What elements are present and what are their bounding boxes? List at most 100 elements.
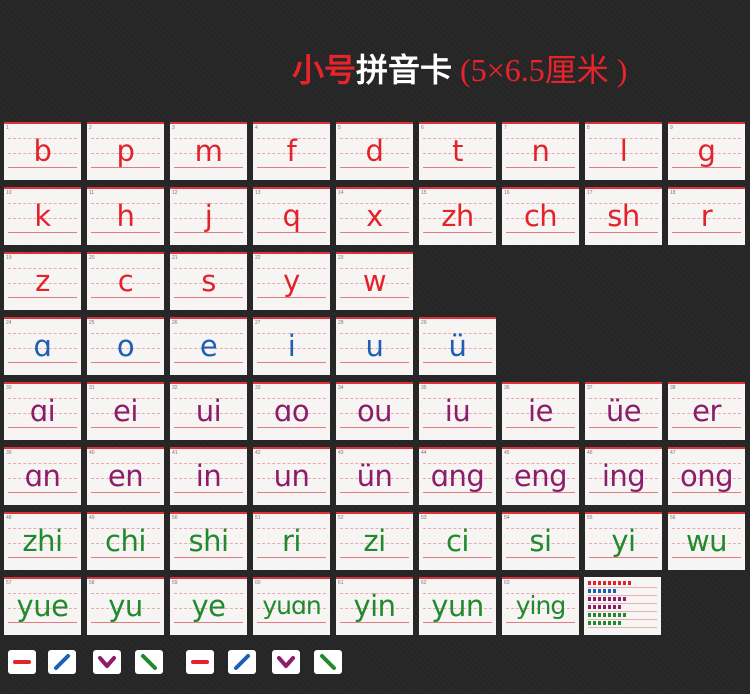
pinyin-card[interactable]: 9g [668,122,745,180]
pinyin-card[interactable]: 54 si [502,512,579,570]
pinyin-card[interactable]: 18 r [668,187,745,245]
pinyin-card[interactable]: 39 ɑn [4,447,81,505]
slash-tone-button[interactable] [228,650,256,674]
pinyin-card[interactable]: 22 y [253,252,330,310]
pinyin-card[interactable]: 45 eng [502,447,579,505]
card-syllable: yin [353,589,396,623]
pinyin-card[interactable]: 61 yin [336,577,413,635]
pinyin-card[interactable]: 27 i [253,317,330,375]
pinyin-card[interactable]: 43 ün [336,447,413,505]
card-syllable: m [194,134,223,168]
card-syllable: j [204,199,213,233]
pinyin-card[interactable]: 55 yi [585,512,662,570]
pinyin-card[interactable]: 47 ong [668,447,745,505]
slash-tone-button[interactable] [48,650,76,674]
pinyin-card[interactable]: 25 o [87,317,164,375]
pinyin-card[interactable]: 14 x [336,187,413,245]
pinyin-card[interactable]: 50 shi [170,512,247,570]
pinyin-card[interactable]: 2p [87,122,164,180]
pinyin-card[interactable]: 28 u [336,317,413,375]
pinyin-card[interactable]: 46 ing [585,447,662,505]
pinyin-card[interactable]: 42 un [253,447,330,505]
card-syllable: i [287,329,296,363]
pinyin-card[interactable]: 49 chi [87,512,164,570]
pinyin-card[interactable]: 59 ye [170,577,247,635]
minus-tone-button[interactable] [186,650,214,674]
pinyin-card[interactable]: 35 iu [419,382,496,440]
card-syllable: f [286,134,297,168]
pinyin-card[interactable]: 29 ü [419,317,496,375]
card-syllable: in [195,459,222,493]
pinyin-card[interactable]: 31 ei [87,382,164,440]
pinyin-card[interactable]: 62 yun [419,577,496,635]
pinyin-card[interactable]: 36 ie [502,382,579,440]
pinyin-card[interactable]: 17 sh [585,187,662,245]
card-syllable: wu [685,524,728,558]
pinyin-card[interactable]: 40 en [87,447,164,505]
card-syllable: ɑn [24,459,61,493]
pinyin-card[interactable]: 30 ɑi [4,382,81,440]
slash-icon [54,654,70,670]
pinyin-card[interactable]: 57 yue [4,577,81,635]
pinyin-card[interactable]: 44 ɑng [419,447,496,505]
pinyin-card[interactable]: 23 w [336,252,413,310]
pinyin-card[interactable]: 5d [336,122,413,180]
card-syllable: ü [448,329,467,363]
pinyin-card[interactable]: 32 ui [170,382,247,440]
pinyin-card[interactable]: 41 in [170,447,247,505]
card-syllable: l [619,134,628,168]
card-syllable: yun [431,589,484,623]
pinyin-card[interactable]: 60 yuɑn [253,577,330,635]
minus-tone-button[interactable] [8,650,36,674]
card-syllable: ui [195,394,222,428]
check-tone-button[interactable] [93,650,121,674]
pinyin-card[interactable]: 15 zh [419,187,496,245]
pinyin-card[interactable]: 11 h [87,187,164,245]
pinyin-card[interactable]: 53 ci [419,512,496,570]
pinyin-card[interactable]: 24 ɑ [4,317,81,375]
card-syllable: d [365,134,384,168]
card-syllable: ɑi [29,394,56,428]
backslash-icon [141,654,157,670]
card-syllable: zhi [22,524,63,558]
pinyin-card[interactable]: 16 ch [502,187,579,245]
pinyin-card[interactable]: 19 z [4,252,81,310]
card-syllable: zh [441,199,474,233]
pinyin-card[interactable]: 51 ri [253,512,330,570]
pinyin-card[interactable]: 34 ou [336,382,413,440]
check-tone-button[interactable] [272,650,300,674]
pinyin-card[interactable]: 12 j [170,187,247,245]
card-syllable: ou [356,394,393,428]
pinyin-chart-card[interactable] [584,577,661,635]
card-syllable: ei [113,394,138,428]
card-syllable: ɑng [430,459,485,493]
backslash-tone-button[interactable] [135,650,163,674]
backslash-icon [320,654,336,670]
pinyin-card[interactable]: 20 c [87,252,164,310]
pinyin-card[interactable]: 26 e [170,317,247,375]
pinyin-card[interactable]: 58 yu [87,577,164,635]
pinyin-card[interactable]: 3m [170,122,247,180]
title-dimensions: (5×6.5厘米 ) [452,52,628,88]
pinyin-card[interactable]: 4f [253,122,330,180]
pinyin-card[interactable]: 6t [419,122,496,180]
card-syllable: üe [605,394,642,428]
pinyin-card[interactable]: 38 er [668,382,745,440]
pinyin-card[interactable]: 1b [4,122,81,180]
pinyin-card[interactable]: 48 zhi [4,512,81,570]
pinyin-card[interactable]: 52 zi [336,512,413,570]
pinyin-card[interactable]: 63 ying [502,577,579,635]
pinyin-card[interactable]: 33 ɑo [253,382,330,440]
pinyin-card[interactable]: 10 k [4,187,81,245]
card-syllable: yu [108,589,143,623]
pinyin-card[interactable]: 13 q [253,187,330,245]
backslash-tone-button[interactable] [314,650,342,674]
pinyin-card[interactable]: 8l [585,122,662,180]
card-syllable: ie [528,394,553,428]
pinyin-card[interactable]: 37 üe [585,382,662,440]
pinyin-card[interactable]: 7n [502,122,579,180]
pinyin-card[interactable]: 21 s [170,252,247,310]
pinyin-card[interactable]: 56 wu [668,512,745,570]
card-syllable: un [273,459,310,493]
card-syllable: h [116,199,135,233]
